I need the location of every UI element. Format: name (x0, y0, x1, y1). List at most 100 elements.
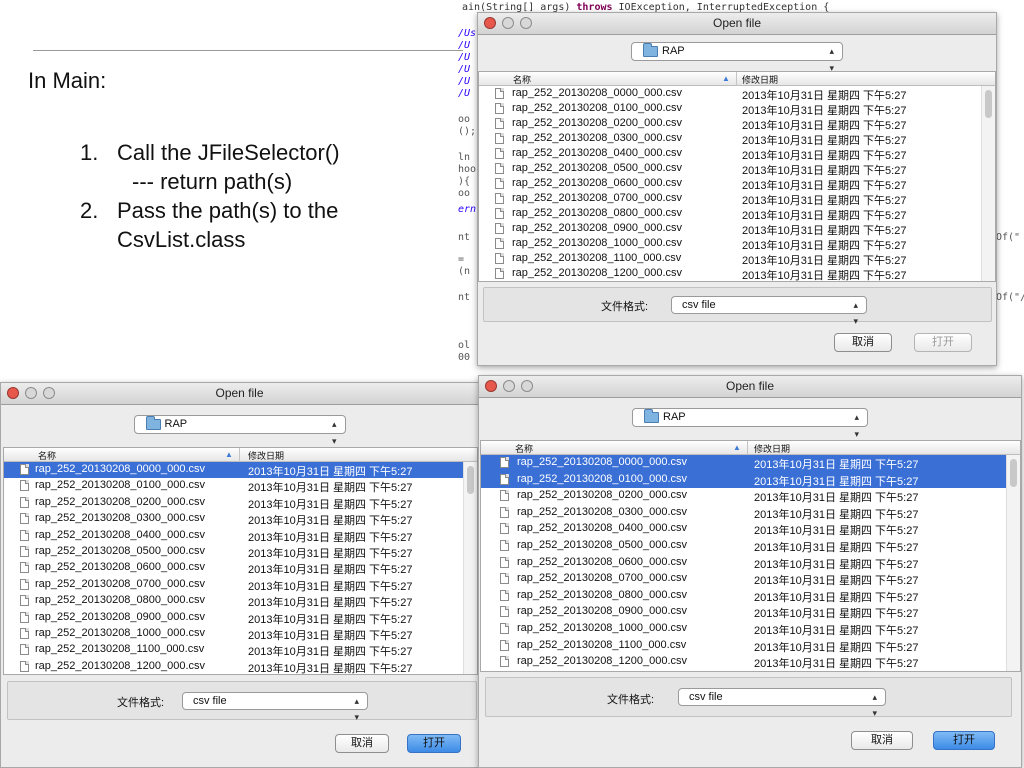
file-list-scrollbar[interactable] (1006, 455, 1020, 671)
folder-selector[interactable]: RAP ▴ ▾ (133, 415, 346, 446)
file-name: rap_252_20130208_0900_000.csv (517, 605, 688, 618)
file-row[interactable]: rap_252_20130208_0100_000.csv 2013年10月31日… (481, 471, 1020, 489)
file-row[interactable]: rap_252_20130208_0000_000.csv 2013年10月31日… (479, 86, 995, 102)
file-list-scrollbar[interactable] (981, 86, 995, 281)
file-row[interactable]: rap_252_20130208_0300_000.csv 2013年10月31日… (481, 505, 1020, 522)
file-row[interactable]: rap_252_20130208_0800_000.csv 2013年10月31日… (481, 588, 1020, 605)
file-list[interactable]: 名称 ▲ 修改日期 rap_252_20130208_0000_000.csv 2013… (480, 440, 1021, 672)
file-format-panel: 文件格式: csv file ▴ ▾ (485, 677, 1012, 718)
cancel-button[interactable]: 取消 (834, 333, 892, 352)
file-date: 2013年10月31日 星期四 下午5:27 (754, 641, 919, 654)
file-row[interactable]: rap_252_20130208_1100_000.csv 2013年10月31日… (479, 251, 995, 267)
file-name: rap_252_20130208_0100_000.csv (35, 479, 206, 492)
folder-selector[interactable]: RAP ▴ ▾ (631, 42, 843, 73)
column-header-name[interactable]: 名称 (513, 73, 531, 86)
file-format-select[interactable]: csv file ▴ ▾ (182, 692, 368, 722)
step-item: 1. Call the JFileSelector() (80, 140, 340, 165)
file-name: rap_252_20130208_1100_000.csv (517, 638, 687, 651)
file-row[interactable]: rap_252_20130208_0500_000.csv 2013年10月31日… (481, 538, 1020, 555)
file-row[interactable]: rap_252_20130208_0700_000.csv 2013年10月31日… (481, 571, 1020, 588)
file-format-select[interactable]: csv file ▴ ▾ (671, 296, 867, 326)
file-date: 2013年10月31日 星期四 下午5:27 (248, 515, 413, 528)
code-fragment-left: (); (458, 126, 477, 137)
file-row[interactable]: rap_252_20130208_1000_000.csv 2013年10月31日… (479, 236, 995, 252)
column-header-date[interactable]: 修改日期 (248, 449, 284, 462)
file-row[interactable]: rap_252_20130208_0200_000.csv 2013年10月31日… (481, 488, 1020, 505)
open-button[interactable]: 打开 (933, 731, 995, 750)
file-row[interactable]: rap_252_20130208_0200_000.csv 2013年10月31日… (479, 116, 995, 132)
column-header-name[interactable]: 名称 (38, 449, 56, 462)
file-row[interactable]: rap_252_20130208_1200_000.csv 2013年10月31日… (481, 654, 1020, 671)
scrollbar-thumb[interactable] (985, 90, 992, 118)
file-icon (495, 133, 504, 144)
file-format-select[interactable]: csv file ▴ ▾ (678, 688, 886, 718)
file-row[interactable]: rap_252_20130208_0100_000.csv 2013年10月31日… (479, 101, 995, 117)
file-row[interactable]: rap_252_20130208_0300_000.csv 2013年10月31日… (4, 511, 477, 527)
column-header-date[interactable]: 修改日期 (754, 442, 790, 455)
file-icon (495, 253, 504, 264)
file-row[interactable]: rap_252_20130208_0300_000.csv 2013年10月31日… (479, 131, 995, 147)
file-row[interactable]: rap_252_20130208_0900_000.csv 2013年10月31日… (481, 604, 1020, 621)
file-row[interactable]: rap_252_20130208_1100_000.csv 2013年10月31日… (481, 638, 1020, 655)
file-name: rap_252_20130208_0000_000.csv (35, 463, 206, 475)
file-row[interactable]: rap_252_20130208_0500_000.csv 2013年10月31日… (4, 544, 477, 560)
file-row[interactable]: rap_252_20130208_0700_000.csv 2013年10月31日… (479, 191, 995, 207)
file-date: 2013年10月31日 星期四 下午5:27 (248, 547, 413, 560)
file-date: 2013年10月31日 星期四 下午5:27 (754, 558, 919, 571)
file-date: 2013年10月31日 星期四 下午5:27 (754, 492, 919, 505)
cancel-button[interactable]: 取消 (335, 734, 389, 753)
file-name: rap_252_20130208_0400_000.csv (517, 522, 688, 535)
code-fragment-left: ern (458, 204, 477, 215)
file-list-scrollbar[interactable] (463, 462, 477, 674)
file-row[interactable]: rap_252_20130208_1000_000.csv 2013年10月31日… (481, 621, 1020, 638)
file-row[interactable]: rap_252_20130208_0600_000.csv 2013年10月31日… (4, 560, 477, 576)
updown-arrows-icon: ▴ ▾ (354, 696, 359, 722)
file-list[interactable]: 名称 ▲ 修改日期 rap_252_20130208_0000_000.csv 2013… (3, 447, 478, 675)
file-row[interactable]: rap_252_20130208_0500_000.csv 2013年10月31日… (479, 161, 995, 177)
file-row[interactable]: rap_252_20130208_0000_000.csv 2013年10月31日… (481, 455, 1020, 472)
code-fragment-left: ){ (458, 176, 471, 187)
dialog-title: Open file (712, 16, 762, 30)
file-icon (495, 268, 504, 279)
file-name: rap_252_20130208_0600_000.csv (35, 561, 206, 574)
file-row[interactable]: rap_252_20130208_0900_000.csv 2013年10月31日… (4, 610, 477, 626)
file-row[interactable]: rap_252_20130208_0700_000.csv 2013年10月31日… (4, 577, 477, 593)
file-row[interactable]: rap_252_20130208_0400_000.csv 2013年10月31日… (4, 528, 477, 544)
file-date: 2013年10月31日 星期四 下午5:27 (754, 608, 919, 621)
code-fragment-left: hoo (458, 164, 477, 175)
file-row[interactable]: rap_252_20130208_0100_000.csv 2013年10月31日… (4, 478, 477, 494)
file-icon (500, 573, 509, 585)
file-row[interactable]: rap_252_20130208_0600_000.csv 2013年10月31日… (479, 176, 995, 192)
file-date: 2013年10月31日 星期四 下午5:27 (754, 575, 919, 588)
file-icon (20, 611, 29, 623)
file-row[interactable]: rap_252_20130208_1200_000.csv 2013年10月31日… (479, 266, 995, 281)
file-row[interactable]: rap_252_20130208_0200_000.csv 2013年10月31日… (4, 495, 477, 511)
file-list[interactable]: 名称 ▲ 修改日期 rap_252_20130208_0000_000.csv 2013… (478, 71, 996, 282)
file-row[interactable]: rap_252_20130208_0900_000.csv 2013年10月31日… (479, 221, 995, 237)
file-row[interactable]: rap_252_20130208_0000_000.csv 2013年10月31日… (4, 462, 477, 479)
dialog-titlebar: Open file (479, 376, 1021, 398)
file-row[interactable]: rap_252_20130208_1200_000.csv 2013年10月31日… (4, 659, 477, 674)
file-icon (500, 606, 509, 618)
scrollbar-thumb[interactable] (467, 466, 474, 494)
file-icon (20, 644, 29, 656)
folder-icon (643, 43, 658, 57)
file-row[interactable]: rap_252_20130208_1100_000.csv 2013年10月31日… (4, 642, 477, 658)
scrollbar-thumb[interactable] (1010, 459, 1017, 487)
file-row[interactable]: rap_252_20130208_0400_000.csv 2013年10月31日… (479, 146, 995, 162)
file-row[interactable]: rap_252_20130208_0400_000.csv 2013年10月31日… (481, 521, 1020, 538)
file-row[interactable]: rap_252_20130208_1000_000.csv 2013年10月31日… (4, 626, 477, 642)
file-row[interactable]: rap_252_20130208_0800_000.csv 2013年10月31日… (479, 206, 995, 222)
file-row[interactable]: rap_252_20130208_0600_000.csv 2013年10月31日… (481, 555, 1020, 572)
file-format-label: 文件格式: (607, 694, 655, 706)
folder-selector[interactable]: RAP ▴ ▾ (632, 408, 868, 439)
file-icon (20, 627, 29, 639)
sort-ascending-icon: ▲ (722, 74, 730, 83)
open-button[interactable]: 打开 (914, 333, 972, 352)
column-header-date[interactable]: 修改日期 (742, 73, 778, 86)
file-row[interactable]: rap_252_20130208_0800_000.csv 2013年10月31日… (4, 593, 477, 609)
column-header-name[interactable]: 名称 (515, 442, 533, 455)
cancel-button[interactable]: 取消 (851, 731, 913, 750)
file-date: 2013年10月31日 星期四 下午5:27 (754, 508, 919, 521)
open-button[interactable]: 打开 (407, 734, 461, 753)
